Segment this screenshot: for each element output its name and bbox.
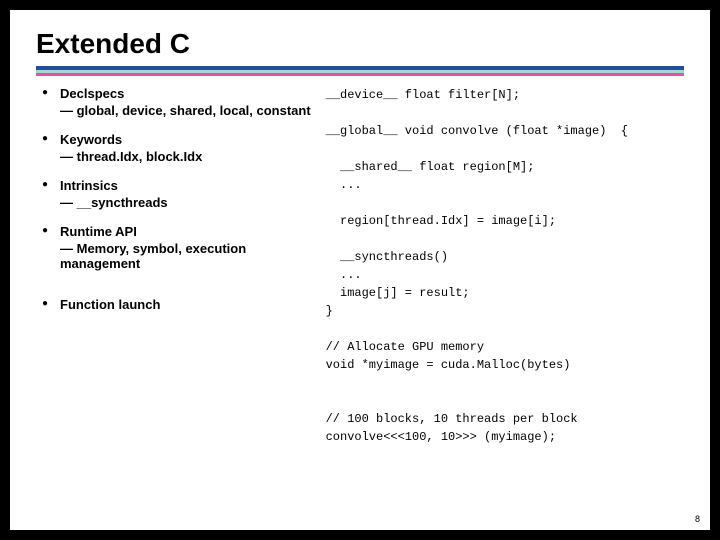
- bullet-head: Declspecs: [60, 86, 124, 101]
- bullet-item: Declspecs — global, device, shared, loca…: [42, 86, 318, 118]
- bullet-item: Runtime API — Memory, symbol, execution …: [42, 224, 318, 271]
- bullet-item: Intrinsics — __syncthreads: [42, 178, 318, 210]
- left-column: Declspecs — global, device, shared, loca…: [36, 86, 318, 446]
- title-underline: [36, 66, 684, 76]
- bullet-sub: — Memory, symbol, execution management: [60, 241, 318, 271]
- bullet-head: Runtime API: [60, 224, 137, 239]
- bullet-head: Intrinsics: [60, 178, 118, 193]
- bullet-sub: — global, device, shared, local, constan…: [60, 103, 318, 118]
- code-line: __shared__ float region[M];: [326, 160, 535, 174]
- bullet-list: Declspecs — global, device, shared, loca…: [36, 86, 318, 312]
- bullet-sub: — __syncthreads: [60, 195, 318, 210]
- code-line: }: [326, 304, 333, 318]
- slide-body: Declspecs — global, device, shared, loca…: [36, 86, 684, 446]
- code-line: __syncthreads(): [326, 250, 448, 264]
- code-line: __device__ float filter[N];: [326, 88, 520, 102]
- slide-title: Extended C: [36, 28, 684, 60]
- bullet-head: Keywords: [60, 132, 122, 147]
- bullet-head: Function launch: [60, 297, 160, 312]
- code-line: image[j] = result;: [326, 286, 470, 300]
- slide: Extended C Declspecs — global, device, s…: [10, 10, 710, 530]
- code-line: ...: [326, 178, 362, 192]
- bullet-sub: — thread.Idx, block.Idx: [60, 149, 318, 164]
- code-line: // Allocate GPU memory: [326, 340, 484, 354]
- code-block: __device__ float filter[N]; __global__ v…: [326, 86, 684, 446]
- code-line: ...: [326, 268, 362, 282]
- page-number: 8: [695, 514, 700, 524]
- bullet-item: Keywords — thread.Idx, block.Idx: [42, 132, 318, 164]
- code-line: void *myimage = cuda.Malloc(bytes): [326, 358, 571, 372]
- bullet-item: Function launch: [42, 297, 318, 312]
- code-line: region[thread.Idx] = image[i];: [326, 214, 556, 228]
- code-line: __global__ void convolve (float *image) …: [326, 124, 628, 138]
- code-line: convolve<<<100, 10>>> (myimage);: [326, 430, 556, 444]
- code-line: // 100 blocks, 10 threads per block: [326, 412, 578, 426]
